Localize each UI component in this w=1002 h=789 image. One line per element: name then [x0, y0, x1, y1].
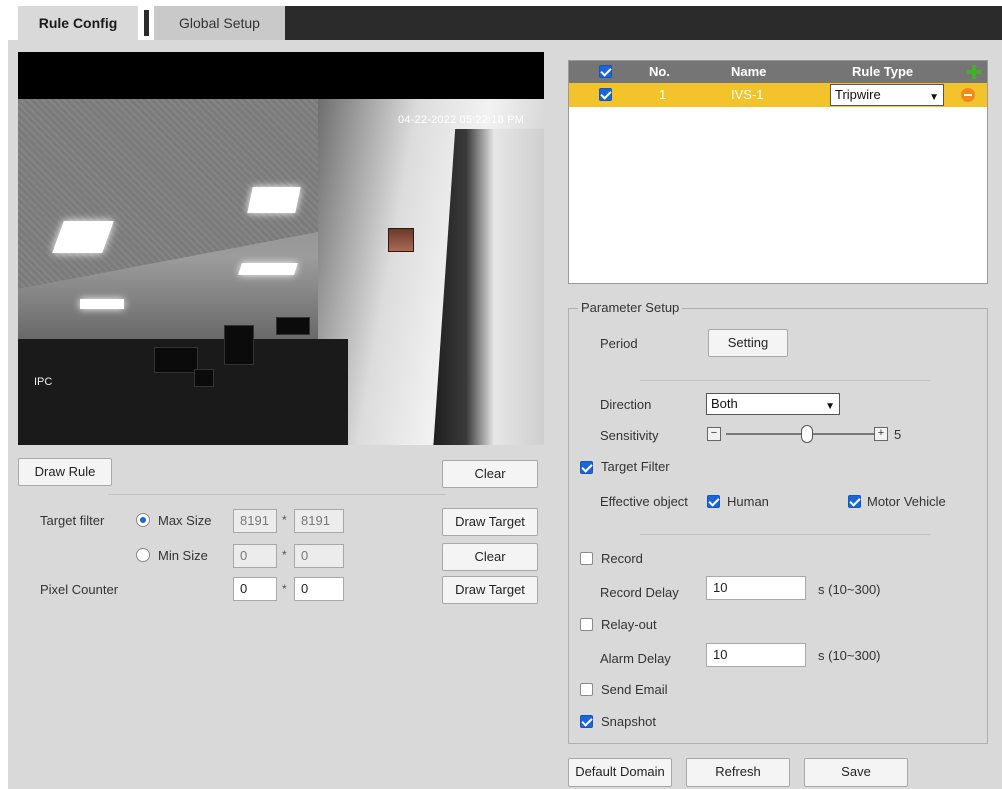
snapshot-checkbox[interactable] [580, 715, 593, 728]
direction-select[interactable]: Both ▼ [706, 393, 840, 415]
relay-out-checkbox[interactable] [580, 618, 593, 631]
ceiling-light [80, 299, 124, 309]
min-size-label: Min Size [158, 548, 208, 563]
rule-type-select[interactable]: Tripwire ▼ [830, 84, 944, 106]
target-filter-text: Target Filter [601, 459, 670, 474]
pixel-counter-label: Pixel Counter [40, 582, 119, 597]
human-label: Human [727, 494, 769, 509]
detected-face [388, 228, 414, 252]
tab-rule-config[interactable]: Rule Config [18, 6, 138, 40]
direction-label: Direction [600, 397, 652, 412]
tab-separator [138, 6, 154, 40]
send-email-label: Send Email [601, 682, 668, 697]
sensitivity-slider-knob[interactable] [801, 425, 814, 443]
parameter-setup-legend: Parameter Setup [578, 300, 683, 315]
default-domain-button[interactable]: Default Domain [568, 758, 672, 787]
row-checkbox[interactable] [599, 88, 612, 101]
record-delay-label: Record Delay [600, 585, 679, 600]
period-label: Period [600, 336, 638, 351]
draw-target-button[interactable]: Draw Target [442, 508, 538, 536]
refresh-button[interactable]: Refresh [686, 758, 790, 787]
record-delay-input[interactable]: 10 [706, 576, 806, 600]
human-checkbox[interactable] [707, 495, 720, 508]
target-filter-label: Target filter [40, 513, 105, 528]
add-rule-icon[interactable] [967, 65, 981, 79]
max-size-radio[interactable] [136, 513, 150, 527]
camera-scene [18, 99, 544, 445]
monitor [224, 325, 254, 365]
record-label: Record [601, 551, 643, 566]
max-height-input[interactable]: 8191 [294, 509, 344, 533]
header-rule-type: Rule Type [852, 64, 914, 79]
monitor [276, 317, 310, 335]
min-height-input[interactable]: 0 [294, 544, 344, 568]
save-button[interactable]: Save [804, 758, 908, 787]
period-setting-button[interactable]: Setting [708, 329, 788, 357]
alarm-delay-input[interactable]: 10 [706, 643, 806, 667]
multiply-sign: * [282, 582, 287, 596]
left-divider [108, 494, 446, 495]
rules-table: No. Name Rule Type 1 IVS-1 Tripwire ▼ [568, 60, 988, 284]
multiply-sign: * [282, 548, 287, 562]
clear-rule-button[interactable]: Clear [442, 460, 538, 488]
table-row[interactable]: 1 IVS-1 Tripwire ▼ [569, 83, 987, 107]
snapshot-label: Snapshot [601, 714, 656, 729]
relay-out-label: Relay-out [601, 617, 657, 632]
direction-value: Both [711, 396, 738, 411]
sensitivity-decrease-button[interactable]: − [707, 427, 721, 441]
param-divider [640, 380, 930, 381]
row-name: IVS-1 [731, 87, 764, 102]
draw-pixel-target-button[interactable]: Draw Target [442, 576, 538, 604]
delete-rule-icon[interactable] [961, 88, 975, 102]
pixel-width-input[interactable]: 0 [233, 577, 277, 601]
sensitivity-label: Sensitivity [600, 428, 659, 443]
record-checkbox[interactable] [580, 552, 593, 565]
video-channel-label: IPC [34, 376, 53, 388]
select-all-checkbox[interactable] [599, 65, 612, 78]
ceiling-light [247, 187, 301, 213]
monitor [154, 347, 198, 373]
sensitivity-slider[interactable] [726, 433, 874, 435]
rule-type-value: Tripwire [835, 87, 881, 102]
min-size-radio[interactable] [136, 548, 150, 562]
record-delay-range: s (10~300) [818, 582, 881, 597]
header-no: No. [649, 64, 670, 79]
clear-target-button[interactable]: Clear [442, 543, 538, 571]
header-name: Name [731, 64, 767, 79]
target-filter-checkbox[interactable] [580, 461, 593, 474]
min-width-input[interactable]: 0 [233, 544, 277, 568]
tab-global-setup[interactable]: Global Setup [154, 6, 285, 40]
alarm-delay-label: Alarm Delay [600, 651, 671, 666]
chevron-down-icon: ▼ [929, 92, 939, 103]
motor-vehicle-label: Motor Vehicle [867, 494, 946, 509]
tab-bar-fill [285, 6, 1002, 40]
send-email-checkbox[interactable] [580, 683, 593, 696]
motor-vehicle-checkbox[interactable] [848, 495, 861, 508]
effective-object-label: Effective object [600, 494, 688, 509]
video-preview[interactable]: 04-22-2022 05:22:18 PM IPC [18, 52, 544, 445]
pixel-height-input[interactable]: 0 [294, 577, 344, 601]
top-tab-bar: Rule Config Global Setup [0, 0, 1002, 40]
multiply-sign: * [282, 513, 287, 527]
alarm-delay-range: s (10~300) [818, 648, 881, 663]
max-size-label: Max Size [158, 513, 212, 528]
table-header: No. Name Rule Type [569, 61, 987, 83]
max-width-input[interactable]: 8191 [233, 509, 277, 533]
ceiling-light [238, 263, 298, 275]
row-no: 1 [659, 87, 667, 102]
video-timestamp: 04-22-2022 05:22:18 PM [398, 114, 525, 126]
chevron-down-icon: ▼ [825, 401, 835, 412]
parameter-setup-group [568, 308, 988, 744]
param-divider [640, 534, 930, 535]
sensitivity-increase-button[interactable]: + [874, 427, 888, 441]
draw-rule-button[interactable]: Draw Rule [18, 458, 112, 486]
sensitivity-value: 5 [894, 427, 902, 442]
monitor [194, 369, 214, 387]
